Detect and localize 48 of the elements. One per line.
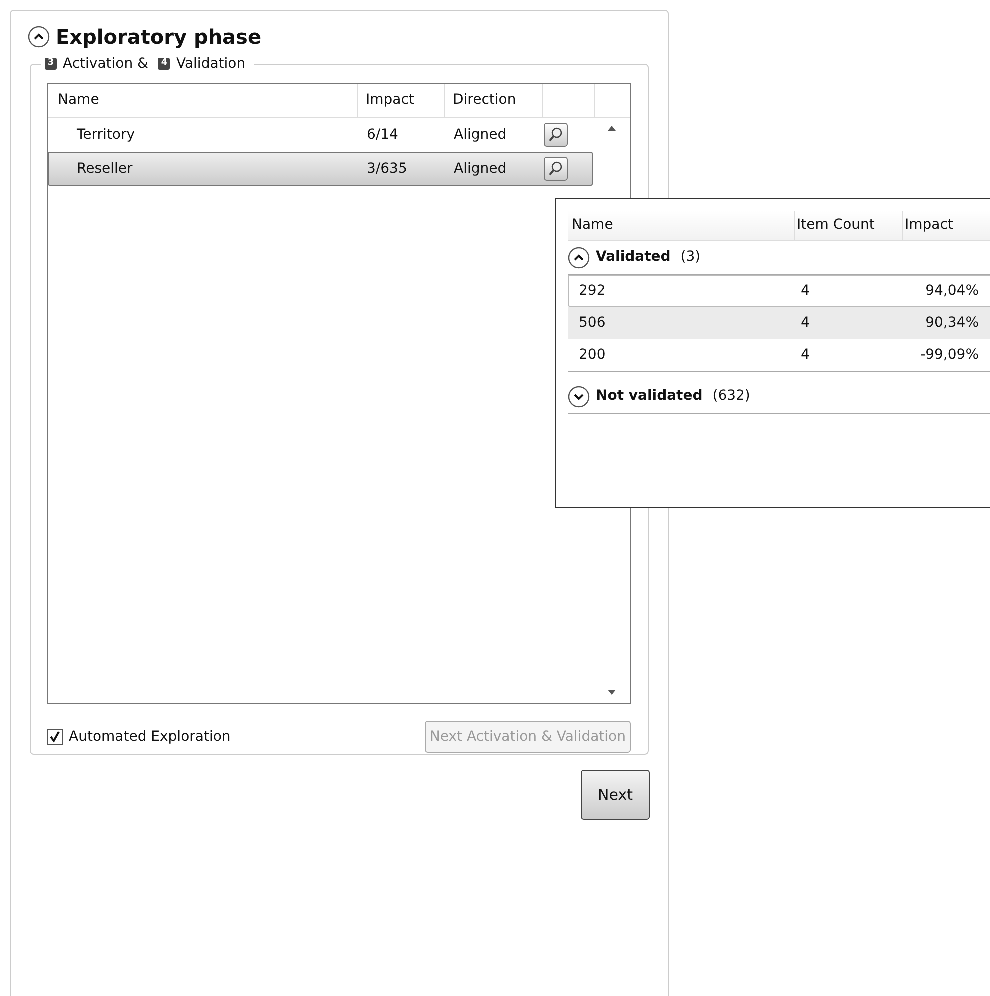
table-cell-text: Aligned [453, 160, 508, 178]
table-cell-text: 506 [578, 314, 607, 332]
table-cell-text: 4 [800, 314, 811, 332]
popup-row[interactable]: 292 4 94,04% [568, 275, 990, 307]
magnifier-button[interactable] [544, 123, 568, 147]
popup-row[interactable]: 200 4 -99,09% [568, 339, 990, 371]
column-header[interactable]: Direction [445, 84, 543, 117]
column-header[interactable]: Name [48, 84, 358, 117]
checkbox[interactable] [47, 729, 63, 745]
step-number: 4 [158, 58, 170, 70]
group-count: (632) [712, 387, 750, 406]
scroll-up-icon[interactable] [608, 126, 616, 131]
checkbox-label: Automated Exploration [69, 728, 231, 746]
table-cell-text: Territory [76, 126, 136, 144]
table-row[interactable]: Territory 6/14 Aligned [48, 118, 593, 152]
column-header[interactable]: Impact [358, 84, 445, 117]
table-cell-text: 4 [800, 346, 811, 364]
scroll-down-icon[interactable] [608, 690, 616, 695]
table-cell-text: 6/14 [366, 126, 400, 144]
magnifier-icon [548, 127, 564, 143]
table-cell-text: 3/635 [366, 160, 408, 178]
collapse-icon[interactable] [568, 246, 590, 268]
expand-icon[interactable] [568, 386, 590, 408]
column-header[interactable]: Name [568, 211, 795, 240]
table-row[interactable]: Reseller 3/635 Aligned [48, 152, 593, 186]
next-button[interactable]: Next [581, 770, 650, 820]
group-label: Activation & [63, 54, 148, 74]
magnifier-icon [548, 161, 564, 177]
magnifier-button[interactable] [544, 157, 568, 181]
checkmark-icon [49, 731, 61, 743]
table-cell-text: 90,34% [924, 314, 979, 332]
table-cell-text: -99,09% [920, 346, 979, 364]
group-label: Validation [176, 54, 246, 74]
table-cell-text: Reseller [76, 160, 134, 178]
table-cell-text: 4 [800, 282, 811, 300]
popup-row[interactable]: 506 4 90,34% [568, 307, 990, 339]
collapse-icon[interactable] [28, 26, 50, 48]
step-number: 3 [45, 58, 57, 70]
group-title: Validated [596, 248, 671, 267]
section-title: Exploratory phase [56, 24, 262, 51]
table-cell-text: Aligned [453, 126, 508, 144]
column-header[interactable]: Impact [903, 211, 983, 240]
table-cell-text: 292 [578, 282, 607, 300]
table-cell-text: 200 [578, 346, 607, 364]
table-cell-text: 94,04% [924, 282, 979, 300]
group-title: Not validated [596, 387, 703, 406]
column-header[interactable]: Item Count [795, 211, 903, 240]
group-count: (3) [680, 248, 701, 267]
